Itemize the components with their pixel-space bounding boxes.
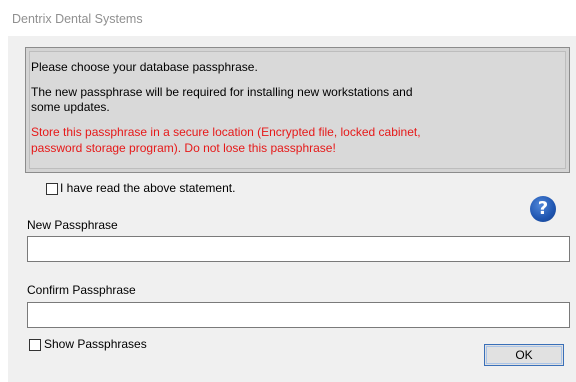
title-bar[interactable]: Dentrix Dental Systems	[0, 0, 576, 36]
warning-line-cont: password storage program). Do not lose t…	[31, 141, 336, 155]
statement-checkbox-label[interactable]: I have read the above statement.	[60, 181, 235, 195]
info-line-required-cont: some updates.	[31, 100, 110, 114]
help-glyph: ?	[537, 198, 549, 219]
window-title: Dentrix Dental Systems	[12, 12, 143, 26]
confirm-passphrase-input[interactable]	[27, 302, 570, 328]
help-icon[interactable]: ?	[530, 196, 556, 222]
confirm-passphrase-label: Confirm Passphrase	[27, 283, 136, 297]
passphrase-dialog: Dentrix Dental Systems Please choose you…	[0, 0, 576, 382]
new-passphrase-input[interactable]	[27, 236, 570, 262]
info-line-choose: Please choose your database passphrase.	[31, 60, 258, 74]
new-passphrase-label: New Passphrase	[27, 218, 118, 232]
show-passphrases-label[interactable]: Show Passphrases	[44, 337, 147, 351]
window-left-edge	[0, 36, 8, 382]
show-passphrases-checkbox[interactable]	[29, 339, 41, 351]
statement-checkbox[interactable]	[46, 183, 58, 195]
ok-button[interactable]: OK	[484, 344, 564, 366]
info-line-required: The new passphrase will be required for …	[31, 85, 413, 99]
ok-button-label: OK	[515, 348, 533, 362]
warning-line: Store this passphrase in a secure locati…	[31, 125, 421, 139]
